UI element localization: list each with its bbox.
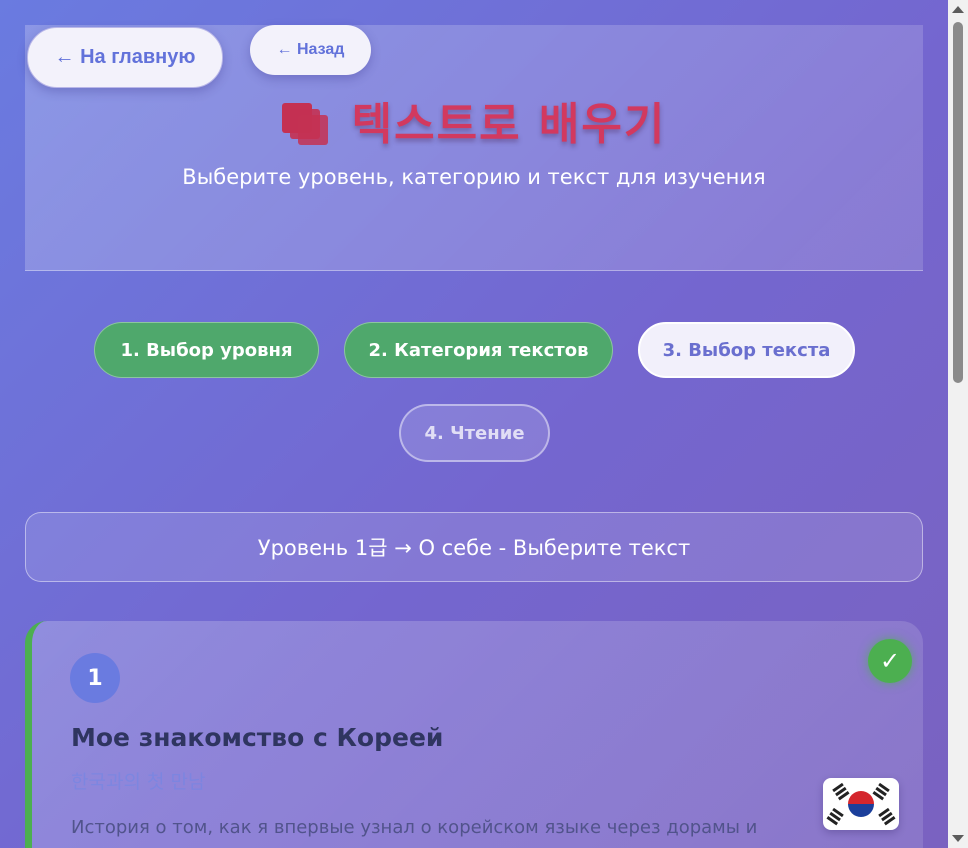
text-korean-title: 한국과의 첫 만남	[71, 771, 206, 793]
page-subtitle: Выберите уровень, категорию и текст для …	[182, 165, 766, 189]
step-text[interactable]: 3. Выбор текста	[638, 322, 855, 378]
text-number-badge: 1	[70, 653, 120, 703]
scrollbar-thumb[interactable]	[953, 22, 963, 383]
books-icon	[281, 103, 330, 145]
scroll-up-arrow-icon[interactable]	[952, 6, 964, 13]
text-description: История о том, как я впервые узнал о кор…	[71, 817, 758, 838]
back-button[interactable]: ← Назад	[250, 25, 371, 75]
page-title-text: 텍스트로 배우기	[351, 99, 667, 150]
korean-flag-icon	[823, 778, 899, 830]
breadcrumb: Уровень 1급 → О себе - Выберите текст	[25, 512, 923, 582]
text-card[interactable]: 1 ✓ Мое знакомство с Кореей 한국과의 첫 만남 Ис…	[25, 621, 923, 848]
step-reading[interactable]: 4. Чтение	[399, 404, 550, 462]
step-category[interactable]: 2. Категория текстов	[344, 322, 613, 378]
page: ← На главную ← Назад 텍스트로 배우기 Выберите у…	[0, 0, 948, 848]
check-icon: ✓	[868, 639, 912, 683]
home-button[interactable]: ← На главную	[27, 27, 223, 88]
scrollbar[interactable]	[948, 0, 968, 848]
scroll-down-arrow-icon[interactable]	[952, 835, 964, 842]
page-title: 텍스트로 배우기	[0, 88, 948, 152]
step-level[interactable]: 1. Выбор уровня	[94, 322, 319, 378]
text-title: Мое знакомство с Кореей	[71, 723, 444, 752]
